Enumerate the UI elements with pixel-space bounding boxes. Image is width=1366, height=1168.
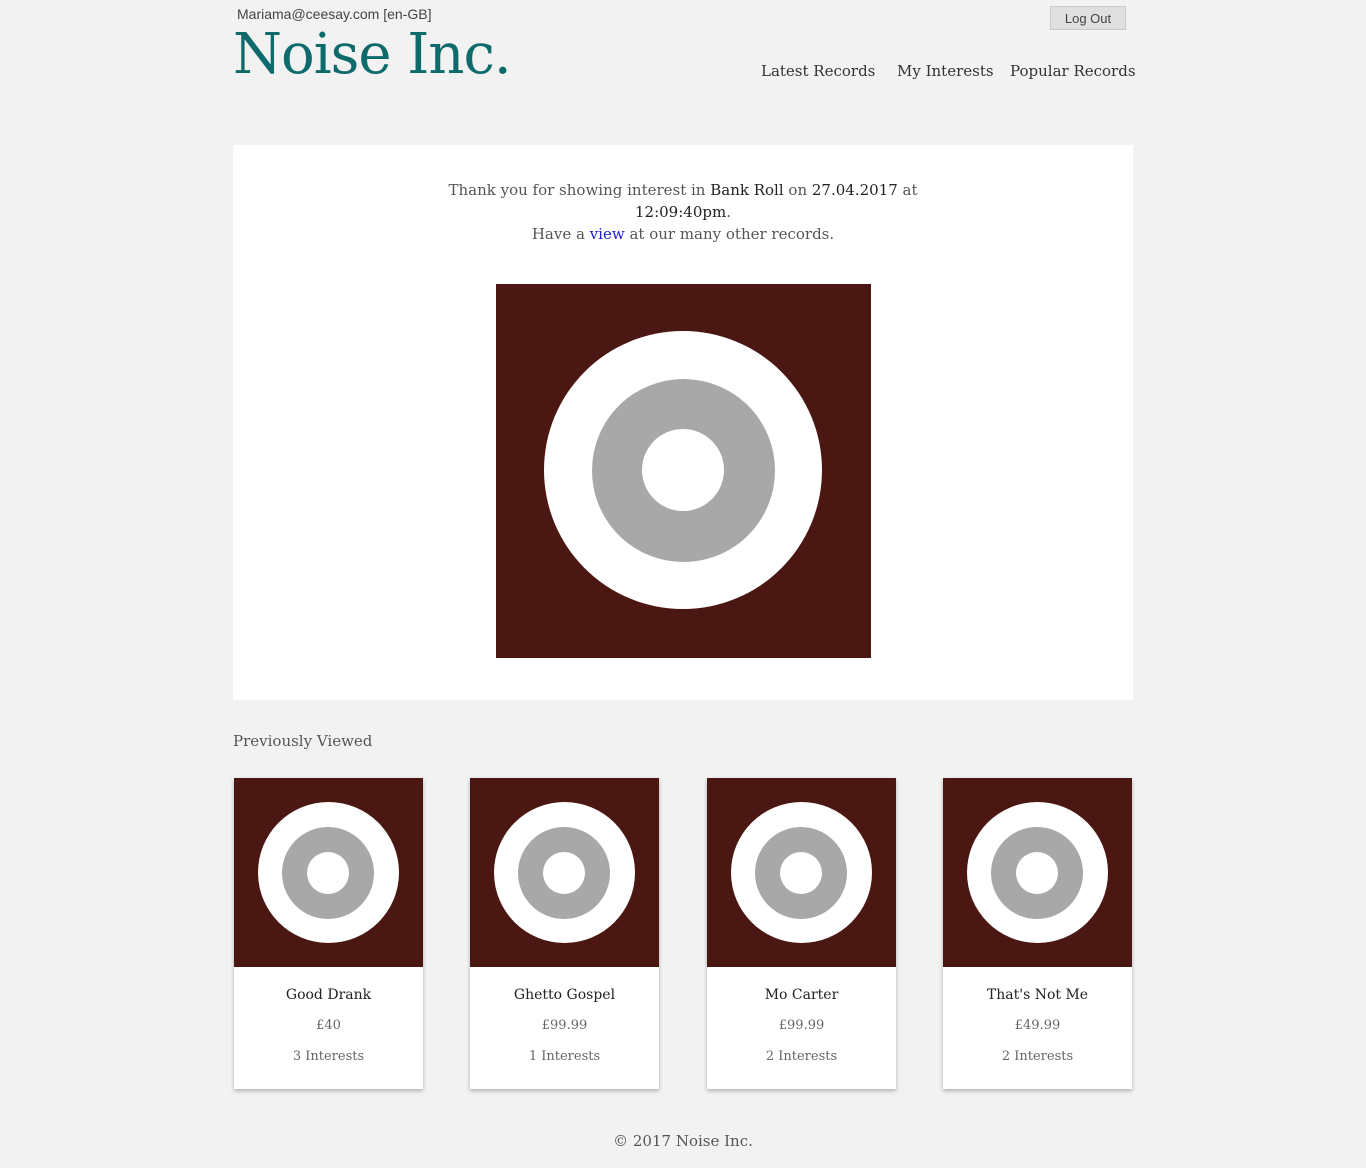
- record-card-interests: 2 Interests: [765, 1049, 838, 1064]
- record-card-cover: [707, 778, 896, 967]
- record-card[interactable]: Ghetto Gospel £99.99 1 Interests: [470, 778, 659, 1089]
- previously-viewed-heading: Previously Viewed: [233, 732, 373, 750]
- confirmation-at: at: [897, 181, 918, 199]
- record-card[interactable]: Mo Carter £99.99 2 Interests: [707, 778, 896, 1089]
- view-link[interactable]: view: [590, 225, 625, 243]
- main-nav: Latest Records My Interests Popular Reco…: [0, 62, 1366, 82]
- record-card-title: That's Not Me: [986, 987, 1089, 1003]
- record-card-interests: 2 Interests: [1001, 1049, 1074, 1064]
- confirmation-prefix: Thank you for showing interest in: [448, 181, 711, 199]
- view-suffix: at our many other records.: [624, 225, 835, 243]
- record-card-price: £49.99: [1014, 1018, 1061, 1033]
- disc-center: [543, 852, 585, 894]
- disc-center: [307, 852, 349, 894]
- record-card-cover: [470, 778, 659, 967]
- record-card-interests: 3 Interests: [292, 1049, 365, 1064]
- footer-copyright: © 2017 Noise Inc.: [613, 1132, 753, 1150]
- disc-center: [642, 429, 724, 511]
- record-name: Bank Roll: [710, 181, 784, 199]
- confirmation-card: Thank you for showing interest in Bank R…: [233, 145, 1133, 700]
- record-card-title: Good Drank: [285, 987, 372, 1003]
- nav-latest-records[interactable]: Latest Records: [761, 62, 875, 80]
- disc-center: [780, 852, 822, 894]
- confirmation-period: .: [726, 203, 731, 221]
- record-card[interactable]: That's Not Me £49.99 2 Interests: [943, 778, 1132, 1089]
- user-email: Mariama@ceesay.com [en-GB]: [237, 6, 432, 22]
- confirmation-time: 12:09:40pm: [635, 203, 727, 221]
- record-card-cover: [943, 778, 1132, 967]
- record-card-interests: 1 Interests: [528, 1049, 601, 1064]
- record-cover-image: [496, 284, 871, 658]
- nav-popular-records[interactable]: Popular Records: [1010, 62, 1136, 80]
- disc-center: [1016, 852, 1058, 894]
- record-card-cover: [234, 778, 423, 967]
- record-card-price: £99.99: [778, 1018, 825, 1033]
- record-card-title: Mo Carter: [764, 987, 839, 1003]
- confirmation-date: 27.04.2017: [811, 181, 898, 199]
- record-card-title: Ghetto Gospel: [513, 987, 616, 1003]
- confirmation-on: on: [783, 181, 812, 199]
- record-card-price: £40: [316, 1018, 341, 1033]
- record-card[interactable]: Good Drank £40 3 Interests: [234, 778, 423, 1089]
- view-prefix: Have a: [531, 225, 590, 243]
- nav-my-interests[interactable]: My Interests: [897, 62, 994, 80]
- record-card-price: £99.99: [541, 1018, 588, 1033]
- logout-button[interactable]: Log Out: [1050, 6, 1126, 30]
- confirmation-message: Thank you for showing interest in Bank R…: [233, 179, 1133, 245]
